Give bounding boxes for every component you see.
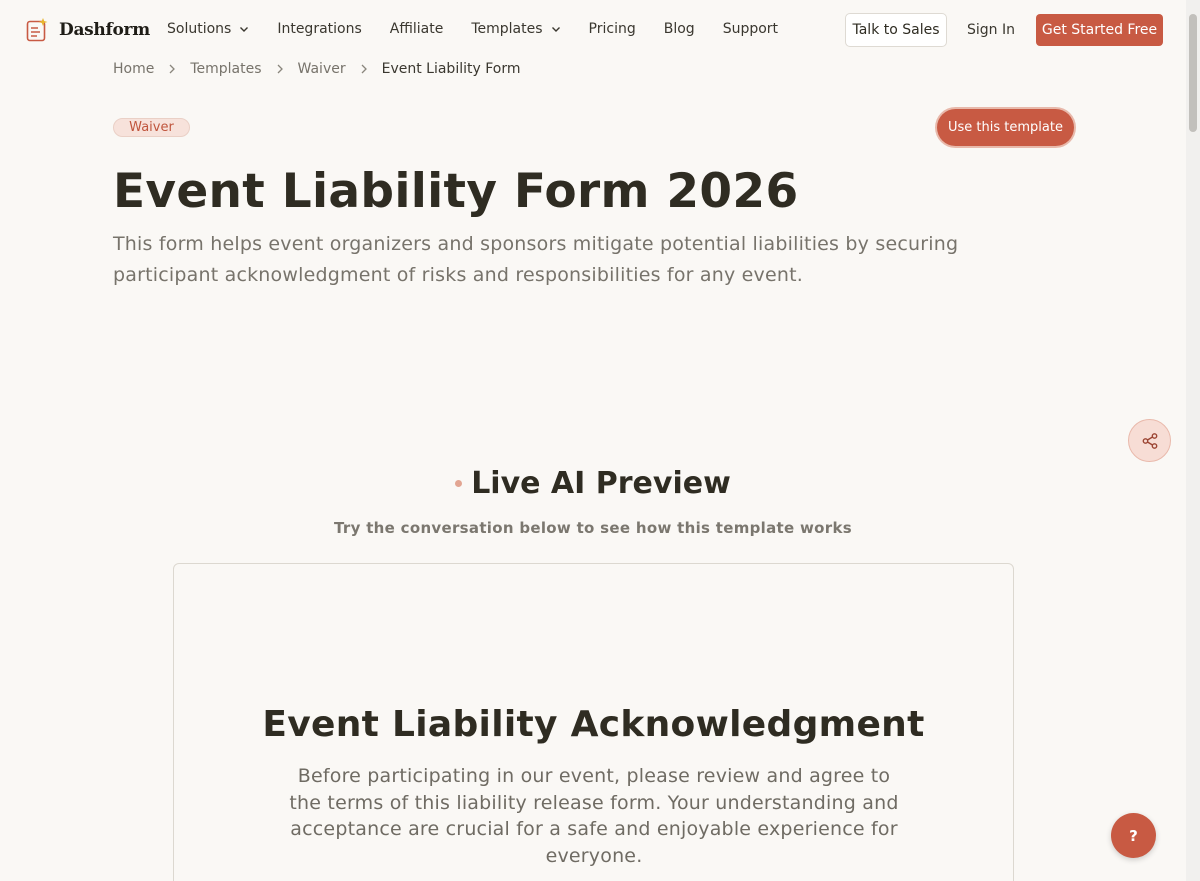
use-template-button[interactable]: Use this template bbox=[937, 109, 1074, 146]
nav-blog[interactable]: Blog bbox=[664, 21, 695, 37]
form-description: Before participating in our event, pleas… bbox=[289, 765, 899, 867]
nav-support[interactable]: Support bbox=[723, 21, 778, 37]
form-title: Event Liability Acknowledgment bbox=[262, 704, 925, 745]
scrollbar-thumb[interactable] bbox=[1189, 14, 1197, 132]
chevron-down-icon bbox=[240, 27, 249, 32]
nav-label: Solutions bbox=[167, 21, 232, 37]
nav-integrations[interactable]: Integrations bbox=[277, 21, 361, 37]
sign-in-button[interactable]: Sign In bbox=[962, 13, 1020, 47]
nav-label: Support bbox=[722, 21, 779, 37]
category-badge: Waiver bbox=[113, 118, 190, 137]
help-button[interactable]: ? bbox=[1111, 813, 1156, 858]
preview-title: Live AI Preview bbox=[471, 466, 731, 501]
nav-label: Templates bbox=[471, 21, 543, 37]
nav-affiliate[interactable]: Affiliate bbox=[390, 21, 444, 37]
share-button[interactable] bbox=[1128, 419, 1171, 462]
get-started-button[interactable]: Get Started Free bbox=[1036, 14, 1163, 46]
page-scrollbar[interactable] bbox=[1186, 0, 1200, 881]
chevron-right-icon bbox=[169, 64, 176, 74]
top-navigation: Dashform Solutions Integrations Affiliat… bbox=[0, 0, 1186, 60]
chevron-right-icon bbox=[361, 64, 367, 74]
nav-label: Integrations bbox=[277, 21, 362, 37]
logo-icon bbox=[26, 18, 48, 42]
chevron-right-icon bbox=[277, 64, 283, 74]
talk-to-sales-button[interactable]: Talk to Sales bbox=[845, 13, 947, 47]
nav-label: Affiliate bbox=[389, 21, 444, 37]
breadcrumb: Home Templates Waiver Event Liability Fo… bbox=[113, 61, 520, 77]
breadcrumb-waiver[interactable]: Waiver bbox=[298, 61, 346, 77]
status-dot bbox=[455, 480, 463, 487]
preview-card: Event Liability Acknowledgment Before pa… bbox=[173, 563, 1014, 881]
nav-label: Pricing bbox=[588, 21, 636, 37]
nav-label: Blog bbox=[663, 21, 695, 37]
main-nav: Solutions Integrations Affiliate Templat… bbox=[167, 21, 806, 37]
preview-subtitle: Try the conversation below to see how th… bbox=[334, 519, 852, 537]
preview-header: Live AI Preview bbox=[0, 466, 1186, 501]
nav-pricing[interactable]: Pricing bbox=[589, 21, 636, 37]
page-title: Event Liability Form 2026 bbox=[113, 164, 799, 219]
breadcrumb-home[interactable]: Home bbox=[113, 61, 154, 77]
breadcrumb-templates[interactable]: Templates bbox=[190, 61, 261, 77]
brand-logo[interactable]: Dashform bbox=[26, 18, 150, 42]
share-icon bbox=[1142, 432, 1157, 449]
nav-solutions[interactable]: Solutions bbox=[167, 21, 249, 37]
breadcrumb-current: Event Liability Form bbox=[381, 61, 521, 77]
nav-templates[interactable]: Templates bbox=[471, 21, 560, 37]
preview-title-wrap: Live AI Preview bbox=[455, 466, 731, 501]
page-description: This form helps event organizers and spo… bbox=[113, 233, 959, 286]
brand-name: Dashform bbox=[59, 20, 150, 40]
chevron-down-icon bbox=[551, 27, 560, 32]
